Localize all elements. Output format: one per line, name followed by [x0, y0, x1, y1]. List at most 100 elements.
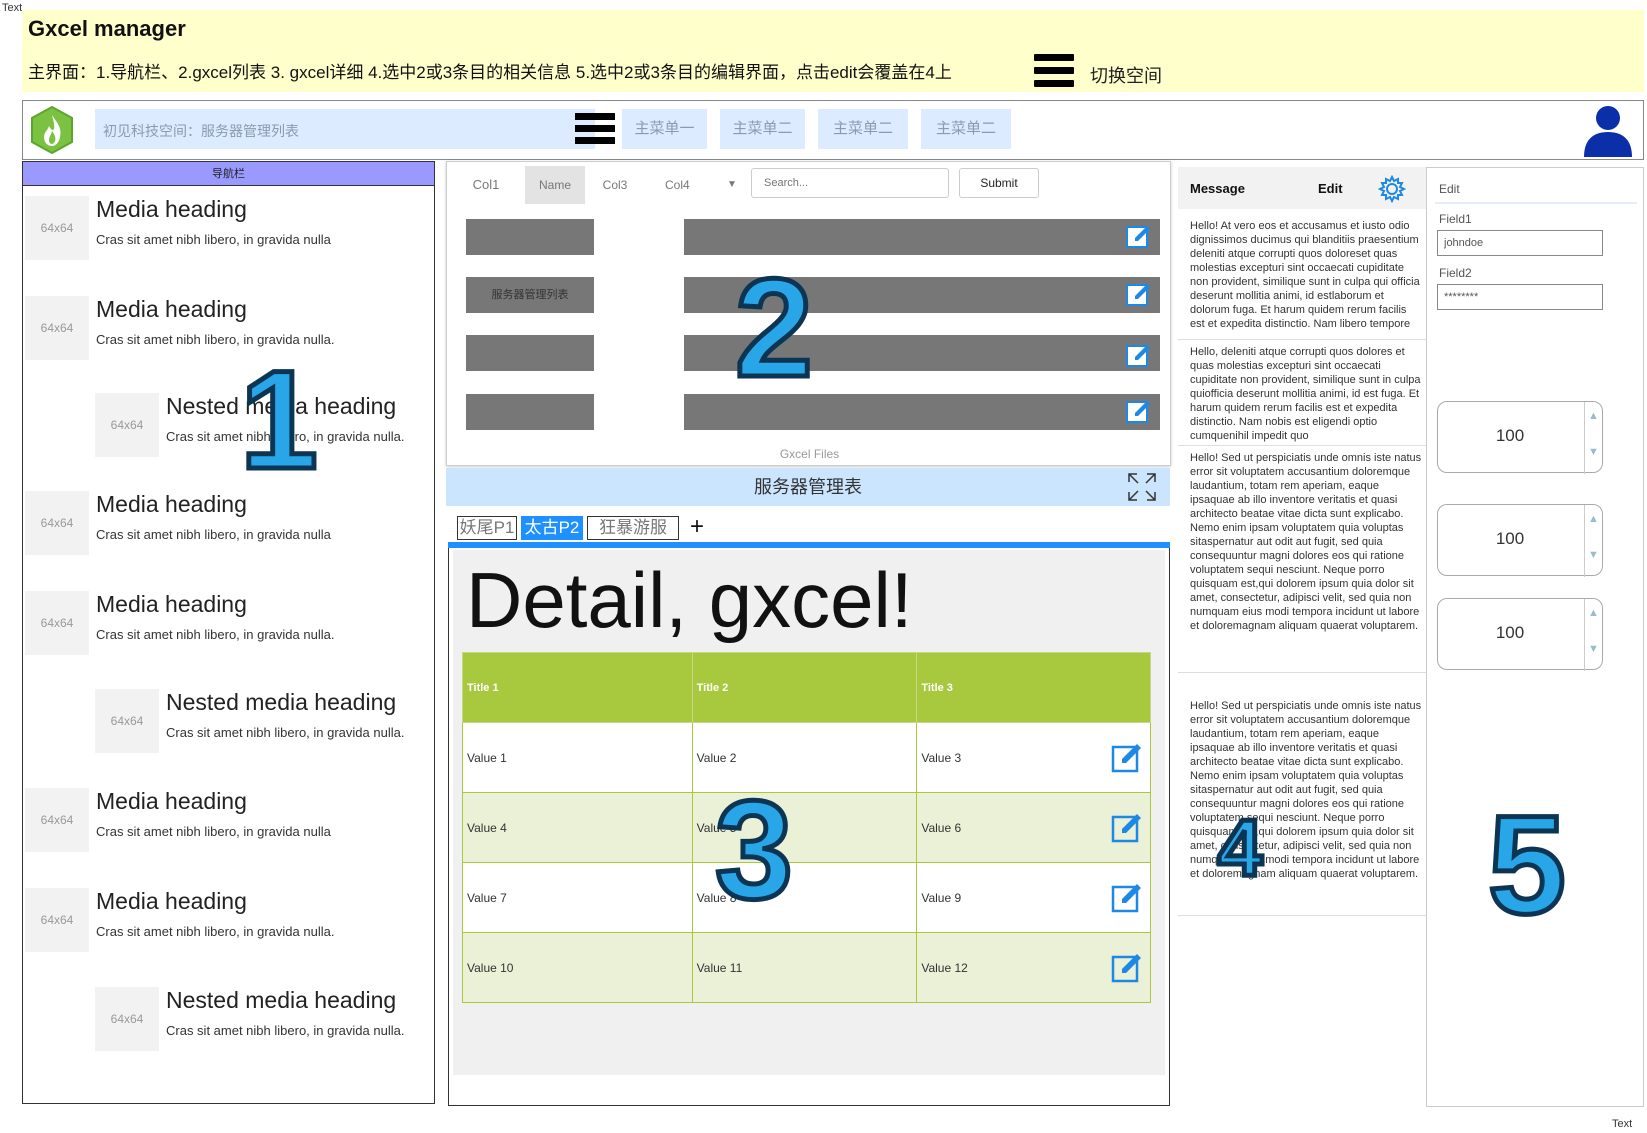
edit-button[interactable]: Edit [1318, 181, 1343, 196]
stepper-down-icon[interactable]: ▼ [1588, 446, 1599, 458]
thumbnail-placeholder: 64x64 [25, 491, 89, 555]
space-selector[interactable]: 初见科技空间：服务器管理列表 [95, 109, 615, 149]
message-item[interactable]: Hello! At vero eos et accusamus et iusto… [1190, 219, 1422, 331]
stepper-divider [1584, 505, 1585, 577]
message-divider [1178, 339, 1426, 340]
field2-label: Field2 [1439, 266, 1472, 280]
nested-media-item[interactable]: 64x64 Nested media heading Cras sit amet… [23, 981, 434, 1077]
list-row-label[interactable]: 服务器管理列表 [466, 277, 594, 313]
table-cell: Value 12 [916, 932, 1151, 1003]
message-item[interactable]: Hello, deleniti atque corrupti quos dolo… [1190, 345, 1422, 443]
tab-p3[interactable]: 狂暴游服 [587, 516, 679, 540]
edit-icon[interactable] [1110, 741, 1144, 775]
main-menu-3[interactable]: 主菜单二 [818, 109, 908, 149]
list-footer: Gxcel Files [779, 447, 840, 461]
edit-icon[interactable] [1110, 811, 1144, 845]
nav-header: 导航栏 [23, 162, 434, 186]
list-row-label[interactable] [466, 335, 594, 371]
search-input[interactable] [751, 168, 949, 198]
stepper-value: 100 [1495, 426, 1525, 445]
annotation-number-1: 1 [238, 341, 321, 498]
expand-icon[interactable] [1127, 472, 1157, 502]
media-heading: Media heading [96, 196, 247, 222]
stepper-down-icon[interactable]: ▼ [1588, 549, 1599, 561]
main-menu-4[interactable]: 主菜单二 [921, 109, 1011, 149]
edit-icon[interactable] [1125, 223, 1153, 251]
field1-input[interactable] [1437, 230, 1603, 256]
media-text: Cras sit amet nibh libero, in gravida nu… [96, 527, 331, 542]
table-cell: Value 1 [462, 722, 693, 793]
thumbnail-placeholder: 64x64 [25, 788, 89, 852]
number-stepper[interactable]: 100 ▲ ▼ [1437, 598, 1603, 671]
table-cell: Value 9 [916, 862, 1151, 933]
table-row[interactable]: Value 1 Value 2 Value 3 [462, 722, 1151, 793]
flame-logo-icon[interactable] [29, 105, 75, 155]
media-heading: Nested media heading [166, 689, 397, 715]
message-panel: Message Edit Hello! At vero eos et accus… [1178, 167, 1426, 1107]
annotation-number-3: 3 [713, 771, 796, 928]
nested-media-item[interactable]: 64x64 Nested media heading Cras sit amet… [23, 683, 434, 779]
table-row[interactable]: Value 4 Value 5 Value 6 [462, 792, 1151, 863]
media-heading: Media heading [96, 888, 247, 914]
edit-icon[interactable] [1125, 342, 1153, 370]
column-header-col4[interactable]: Col4 [665, 166, 705, 204]
field2-input[interactable] [1437, 284, 1603, 310]
tab-p1[interactable]: 妖尾P1 [457, 516, 517, 540]
message-divider [1178, 915, 1426, 916]
list-title-bar: 服务器管理表 [446, 468, 1170, 506]
dropdown-caret-icon[interactable]: ▼ [727, 166, 737, 204]
media-item[interactable]: 64x64 Media heading Cras sit amet nibh l… [23, 782, 434, 878]
list-row-label[interactable] [466, 219, 594, 255]
switch-space-button[interactable]: 切换空间 [1090, 62, 1162, 88]
hamburger-icon[interactable] [1034, 54, 1074, 90]
media-item[interactable]: 64x64 Media heading Cras sit amet nibh l… [23, 882, 434, 978]
media-item[interactable]: 64x64 Media heading Cras sit amet nibh l… [23, 485, 434, 581]
media-item[interactable]: 64x64 Media heading Cras sit amet nibh l… [23, 190, 434, 286]
user-avatar-icon[interactable] [1581, 103, 1635, 157]
message-title: Message [1190, 181, 1245, 196]
stepper-up-icon[interactable]: ▲ [1588, 607, 1599, 619]
edit-icon[interactable] [1110, 951, 1144, 985]
column-header-col1[interactable]: Col1 [447, 166, 525, 204]
hamburger-icon[interactable] [575, 113, 615, 147]
main-menu-2[interactable]: 主菜单二 [720, 109, 805, 149]
nested-media-item[interactable]: 64x64 Nested media heading Cras sit amet… [23, 387, 434, 483]
main-menu-1[interactable]: 主菜单一 [622, 109, 707, 149]
message-divider [1178, 672, 1426, 673]
edit-icon[interactable] [1110, 881, 1144, 915]
field1-label: Field1 [1439, 212, 1472, 226]
message-divider [1178, 445, 1426, 446]
media-item[interactable]: 64x64 Media heading Cras sit amet nibh l… [23, 585, 434, 681]
stepper-divider [1584, 599, 1585, 671]
stepper-down-icon[interactable]: ▼ [1588, 643, 1599, 655]
edit-icon[interactable] [1125, 281, 1153, 309]
column-header-name[interactable]: Name [525, 166, 585, 204]
table-cell: Value 10 [462, 932, 693, 1003]
submit-button[interactable]: Submit [959, 168, 1039, 198]
tab-p2[interactable]: 太古P2 [521, 516, 583, 540]
space-title: 初见科技空间：服务器管理列表 [103, 123, 299, 139]
table-cell: Value 7 [462, 862, 693, 933]
message-item[interactable]: Hello! Sed ut perspiciatis unde omnis is… [1190, 451, 1422, 661]
detail-table: Title 1 Title 2 Title 3 Value 1 Value 2 … [462, 652, 1151, 1003]
column-header-col3[interactable]: Col3 [585, 166, 645, 204]
table-cell: Value 11 [691, 932, 918, 1003]
list-row-label[interactable] [466, 394, 594, 430]
add-tab-button[interactable]: + [690, 514, 704, 540]
number-stepper[interactable]: 100 ▲ ▼ [1437, 401, 1603, 474]
edit-panel: Edit Field1 Field2 100 ▲ ▼ 100 ▲ ▼ 100 ▲… [1426, 167, 1644, 1107]
number-stepper[interactable]: 100 ▲ ▼ [1437, 504, 1603, 577]
table-row[interactable]: Value 7 Value 8 Value 9 [462, 862, 1151, 933]
stepper-up-icon[interactable]: ▲ [1588, 410, 1599, 422]
media-item[interactable]: 64x64 Media heading Cras sit amet nibh l… [23, 290, 434, 386]
thumbnail-placeholder: 64x64 [25, 591, 89, 655]
list-title: 服务器管理表 [754, 477, 862, 497]
detail-title: Detail, gxcel! [466, 556, 913, 644]
table-row[interactable]: Value 10 Value 11 Value 12 [462, 932, 1151, 1003]
table-header: Title 2 [691, 652, 918, 723]
stepper-up-icon[interactable]: ▲ [1588, 513, 1599, 525]
edit-icon[interactable] [1125, 398, 1153, 426]
media-heading: Media heading [96, 591, 247, 617]
stepper-value: 100 [1495, 529, 1525, 548]
gear-icon[interactable] [1377, 174, 1407, 204]
